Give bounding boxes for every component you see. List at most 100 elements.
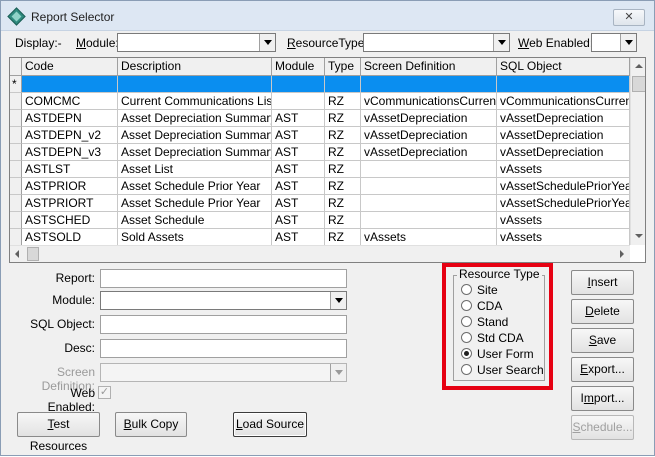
- cell-description[interactable]: Asset Depreciation Summary: [118, 110, 272, 127]
- report-field[interactable]: [100, 269, 347, 288]
- table-row[interactable]: ASTSOLD Sold Assets AST RZ vAssets vAssets: [10, 229, 630, 246]
- horizontal-scroll-thumb[interactable]: [27, 247, 39, 261]
- radio-user-form[interactable]: [461, 348, 472, 359]
- vertical-scroll-thumb[interactable]: [632, 76, 645, 92]
- scroll-down-icon[interactable]: [635, 234, 643, 238]
- cell-description[interactable]: Asset Schedule: [118, 212, 272, 229]
- cell-type[interactable]: RZ: [325, 195, 361, 212]
- header-sql-object[interactable]: SQL Object: [497, 58, 630, 76]
- new-row-cell[interactable]: [118, 76, 272, 93]
- scroll-right-icon[interactable]: [620, 250, 624, 258]
- load-source-button[interactable]: Load Source: [233, 412, 307, 437]
- cell-module[interactable]: AST: [272, 229, 325, 246]
- cell-description[interactable]: Asset Schedule Prior Year: [118, 178, 272, 195]
- table-row[interactable]: ASTPRIOR Asset Schedule Prior Year AST RZ vA…: [10, 178, 630, 195]
- cell-sql-object[interactable]: vAssets: [497, 229, 630, 246]
- export-button[interactable]: Export...: [571, 357, 634, 382]
- table-row[interactable]: ASTPRIORT Asset Schedule Prior Year AST RZ v…: [10, 195, 630, 212]
- vertical-scrollbar[interactable]: [630, 58, 645, 245]
- cell-screen-definition[interactable]: [361, 161, 497, 178]
- chevron-down-icon[interactable]: [493, 34, 509, 51]
- radio-label[interactable]: User Form: [477, 347, 534, 361]
- row-selector[interactable]: [10, 161, 22, 178]
- cell-code[interactable]: ASTPRIORT: [22, 195, 118, 212]
- filter-module-combo[interactable]: [117, 33, 276, 52]
- resource-grid[interactable]: Code Description Module Type Screen Defi…: [9, 57, 646, 263]
- radio-label[interactable]: CDA: [477, 299, 502, 313]
- cell-screen-definition[interactable]: vAssets: [361, 229, 497, 246]
- radio-label[interactable]: Site: [477, 283, 498, 297]
- cell-screen-definition[interactable]: [361, 195, 497, 212]
- header-screen-definition[interactable]: Screen Definition: [361, 58, 497, 76]
- cell-description[interactable]: Current Communications List: [118, 93, 272, 110]
- cell-description[interactable]: Asset List: [118, 161, 272, 178]
- header-module[interactable]: Module: [272, 58, 325, 76]
- cell-screen-definition[interactable]: vCommunicationsCurrent: [361, 93, 497, 110]
- cell-type[interactable]: RZ: [325, 144, 361, 161]
- insert-button[interactable]: Insert: [571, 270, 634, 295]
- cell-description[interactable]: Asset Schedule Prior Year: [118, 195, 272, 212]
- cell-module[interactable]: AST: [272, 127, 325, 144]
- radio-stand[interactable]: [461, 316, 472, 327]
- cell-description[interactable]: Asset Depreciation Summary: [118, 144, 272, 161]
- radio-std-cda[interactable]: [461, 332, 472, 343]
- table-row[interactable]: ASTLST Asset List AST RZ vAssets: [10, 161, 630, 178]
- cell-code[interactable]: ASTSCHED: [22, 212, 118, 229]
- chevron-down-icon[interactable]: [259, 34, 275, 51]
- cell-type[interactable]: RZ: [325, 212, 361, 229]
- cell-code[interactable]: ASTPRIOR: [22, 178, 118, 195]
- cell-type[interactable]: RZ: [325, 178, 361, 195]
- new-row-cell[interactable]: [22, 76, 118, 93]
- cell-sql-object[interactable]: vAssetSchedulePriorYear: [497, 195, 630, 212]
- header-description[interactable]: Description: [118, 58, 272, 76]
- radio-label[interactable]: User Search: [477, 363, 544, 377]
- cell-description[interactable]: Asset Depreciation Summary: [118, 127, 272, 144]
- cell-screen-definition[interactable]: vAssetDepreciation: [361, 110, 497, 127]
- table-row[interactable]: ASTDEPN Asset Depreciation Summary AST RZ vA…: [10, 110, 630, 127]
- new-row-cell[interactable]: [497, 76, 630, 93]
- cell-type[interactable]: RZ: [325, 93, 361, 110]
- cell-module[interactable]: AST: [272, 195, 325, 212]
- cell-screen-definition[interactable]: [361, 178, 497, 195]
- cell-sql-object[interactable]: vAssets: [497, 161, 630, 178]
- table-row[interactable]: ASTDEPN_v2 Asset Depreciation Summary AST R…: [10, 127, 630, 144]
- cell-screen-definition[interactable]: [361, 212, 497, 229]
- module-combo[interactable]: [100, 291, 347, 310]
- table-row[interactable]: ASTDEPN_v3 Asset Depreciation Summary AST R…: [10, 144, 630, 161]
- row-selector[interactable]: [10, 110, 22, 127]
- row-selector[interactable]: [10, 144, 22, 161]
- new-row-cell[interactable]: [272, 76, 325, 93]
- cell-description[interactable]: Sold Assets: [118, 229, 272, 246]
- cell-sql-object[interactable]: vAssetDepreciation: [497, 127, 630, 144]
- scroll-left-icon[interactable]: [15, 250, 19, 258]
- row-selector[interactable]: [10, 127, 22, 144]
- cell-code[interactable]: ASTDEPN_v2: [22, 127, 118, 144]
- row-selector[interactable]: [10, 212, 22, 229]
- cell-module[interactable]: AST: [272, 161, 325, 178]
- filter-resource-type-combo[interactable]: [363, 33, 510, 52]
- table-row[interactable]: ASTSCHED Asset Schedule AST RZ vAssets: [10, 212, 630, 229]
- cell-module[interactable]: [272, 93, 325, 110]
- cell-module[interactable]: AST: [272, 178, 325, 195]
- cell-type[interactable]: RZ: [325, 127, 361, 144]
- new-row-cell[interactable]: [325, 76, 361, 93]
- chevron-down-icon[interactable]: [330, 292, 346, 309]
- filter-web-enabled-combo[interactable]: [591, 33, 637, 52]
- cell-screen-definition[interactable]: vAssetDepreciation: [361, 127, 497, 144]
- save-button[interactable]: Save: [571, 328, 634, 353]
- cell-code[interactable]: COMCMC: [22, 93, 118, 110]
- cell-sql-object[interactable]: vAssetDepreciation: [497, 144, 630, 161]
- header-type[interactable]: Type: [325, 58, 361, 76]
- cell-code[interactable]: ASTDEPN: [22, 110, 118, 127]
- horizontal-scrollbar[interactable]: [10, 245, 630, 262]
- bulk-copy-button[interactable]: Bulk Copy: [115, 412, 187, 437]
- cell-sql-object[interactable]: vAssets: [497, 212, 630, 229]
- desc-field[interactable]: [100, 339, 347, 358]
- cell-sql-object[interactable]: vAssetSchedulePriorYear: [497, 178, 630, 195]
- radio-user-search[interactable]: [461, 364, 472, 375]
- new-row-cell[interactable]: [361, 76, 497, 93]
- cell-code[interactable]: ASTLST: [22, 161, 118, 178]
- row-selector[interactable]: [10, 195, 22, 212]
- web-enabled-checkbox[interactable]: ✓: [98, 386, 111, 399]
- close-button[interactable]: ✕: [613, 9, 645, 26]
